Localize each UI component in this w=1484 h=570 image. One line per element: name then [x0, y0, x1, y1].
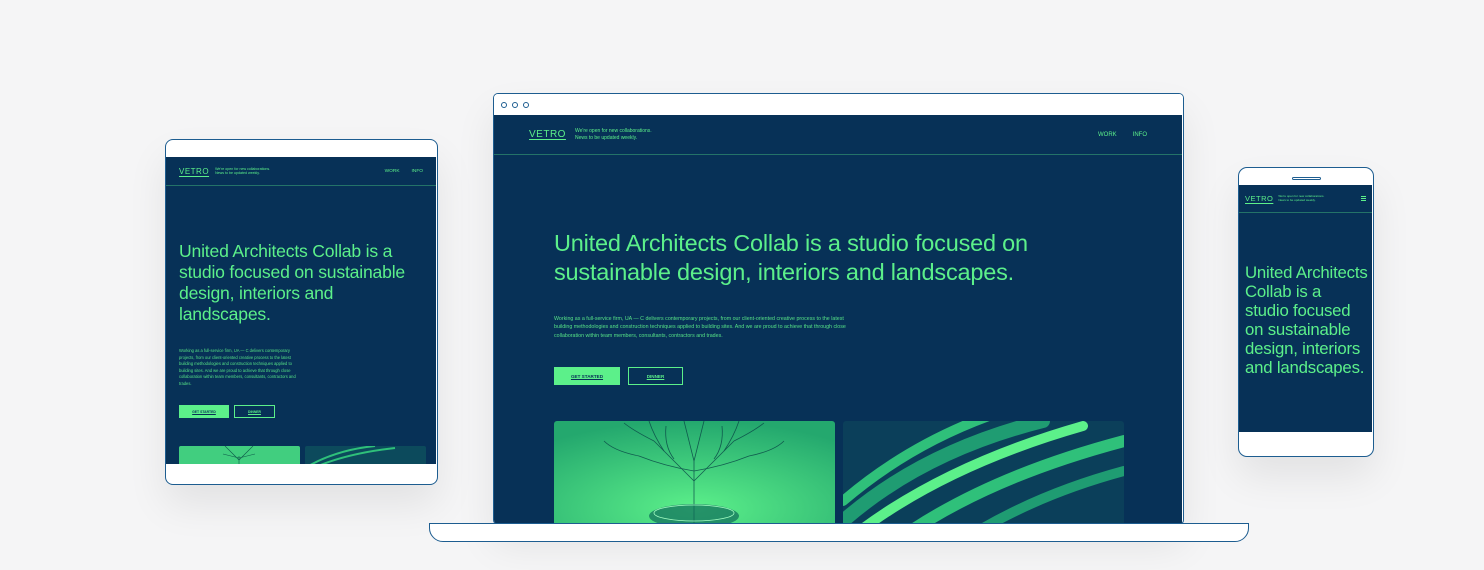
laptop-base	[429, 523, 1249, 542]
laptop-screen: VETRO We're open for new collaborations.…	[493, 93, 1184, 525]
laptop-body-copy: Working as a full-service firm, UA — C d…	[554, 316, 846, 339]
tablet-nav-work[interactable]: WORK	[385, 169, 400, 174]
phone-logo[interactable]: VETRO	[1245, 194, 1273, 203]
phone-website: VETRO We're open for new collaborations.…	[1239, 185, 1372, 432]
laptop-dinner-button[interactable]: DINNER	[628, 367, 683, 385]
tablet-tagline: We're open for new collaborations. News …	[215, 167, 270, 176]
laptop-get-started-button[interactable]: GET STARTED	[554, 367, 620, 385]
device-mockup-stage: VETRO We're open for new collaborations.…	[0, 0, 1484, 570]
laptop-tagline: We're open for new collaborations. News …	[575, 128, 652, 141]
hamburger-menu-icon[interactable]	[1361, 196, 1366, 201]
tablet-headline: United Architects Collab is a studio foc…	[179, 241, 406, 324]
laptop-button-group: GET STARTED DINNER	[554, 367, 683, 385]
browser-close-dot-icon[interactable]	[501, 101, 507, 108]
phone-headline: United Architects Collab is a studio foc…	[1245, 263, 1368, 377]
tablet-navbar: VETRO We're open for new collaborations.…	[166, 157, 436, 186]
tablet-logo[interactable]: VETRO	[179, 167, 209, 176]
phone-tagline: We're open for new collaborations. News …	[1278, 194, 1324, 203]
tablet-device: VETRO We're open for new collaborations.…	[165, 139, 438, 485]
tablet-dinner-button[interactable]: DINNER	[234, 405, 275, 418]
phone-navbar: VETRO We're open for new collaborations.…	[1239, 185, 1372, 213]
tablet-project-image-arches[interactable]	[305, 446, 426, 464]
laptop-website: VETRO We're open for new collaborations.…	[494, 115, 1182, 524]
laptop-project-image-tree[interactable]	[554, 421, 835, 524]
tablet-button-group: GET STARTED DINNER	[179, 405, 275, 418]
tablet-nav: WORK INFO	[385, 169, 423, 174]
laptop-logo[interactable]: VETRO	[529, 129, 566, 140]
tablet-website: VETRO We're open for new collaborations.…	[166, 157, 436, 464]
laptop-nav-work[interactable]: WORK	[1098, 132, 1117, 138]
tablet-nav-info[interactable]: INFO	[412, 169, 423, 174]
tablet-body-copy: Working as a full-service firm, UA — C d…	[179, 348, 296, 386]
tablet-project-image-tree[interactable]	[179, 446, 300, 464]
laptop-tagline-line2: News to be updated weekly.	[574, 134, 638, 141]
tablet-get-started-button[interactable]: GET STARTED	[179, 405, 229, 418]
browser-bar	[494, 94, 1183, 115]
laptop-navbar: VETRO We're open for new collaborations.…	[494, 115, 1182, 155]
laptop-headline: United Architects Collab is a studio foc…	[554, 230, 1028, 285]
phone-tagline-line2: News to be updated weekly.	[1278, 197, 1316, 202]
laptop-tagline-line1: We're open for new collaborations.	[574, 128, 652, 135]
tablet-tagline-line2: News to be updated weekly.	[215, 171, 260, 175]
laptop-nav-info[interactable]: INFO	[1133, 132, 1147, 138]
laptop-nav: WORK INFO	[1098, 132, 1147, 138]
browser-minimize-dot-icon[interactable]	[512, 101, 518, 108]
phone-speaker	[1292, 177, 1321, 180]
browser-maximize-dot-icon[interactable]	[523, 101, 529, 108]
phone-device: VETRO We're open for new collaborations.…	[1238, 167, 1374, 457]
laptop-project-image-arches[interactable]	[843, 421, 1124, 524]
